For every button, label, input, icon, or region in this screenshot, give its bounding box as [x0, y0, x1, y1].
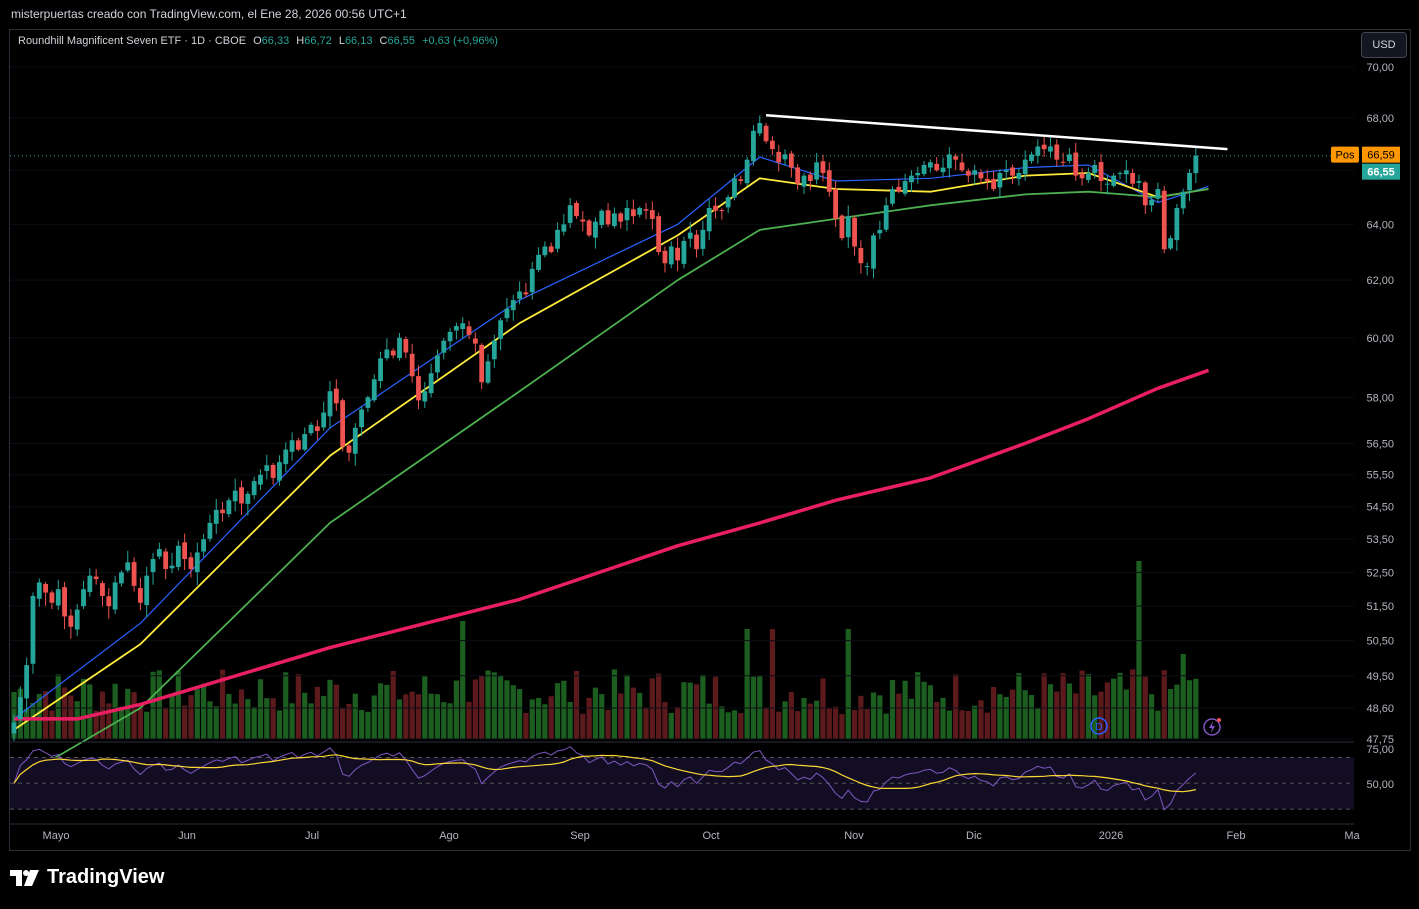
close-value: 66,55 [387, 35, 416, 47]
chart-attribution: misterpuertas creado con TradingView.com… [11, 7, 407, 21]
tradingview-logo-icon [10, 869, 39, 886]
change-value: +0,63 (+0,96%) [422, 35, 498, 47]
currency-button[interactable]: USD [1361, 32, 1407, 58]
open-label: O [253, 35, 262, 47]
brand-name: TradingView [47, 866, 165, 888]
symbol-legend[interactable]: Roundhill Magnificent Seven ETF · 1D · C… [18, 35, 498, 47]
chart-frame [9, 29, 1411, 851]
low-value: 66,13 [344, 35, 373, 47]
high-value: 66,72 [304, 35, 332, 47]
tradingview-logo[interactable]: TradingView [10, 866, 164, 889]
open-value: 66,33 [261, 35, 290, 47]
symbol-name: Roundhill Magnificent Seven ETF · 1D · C… [18, 35, 247, 47]
